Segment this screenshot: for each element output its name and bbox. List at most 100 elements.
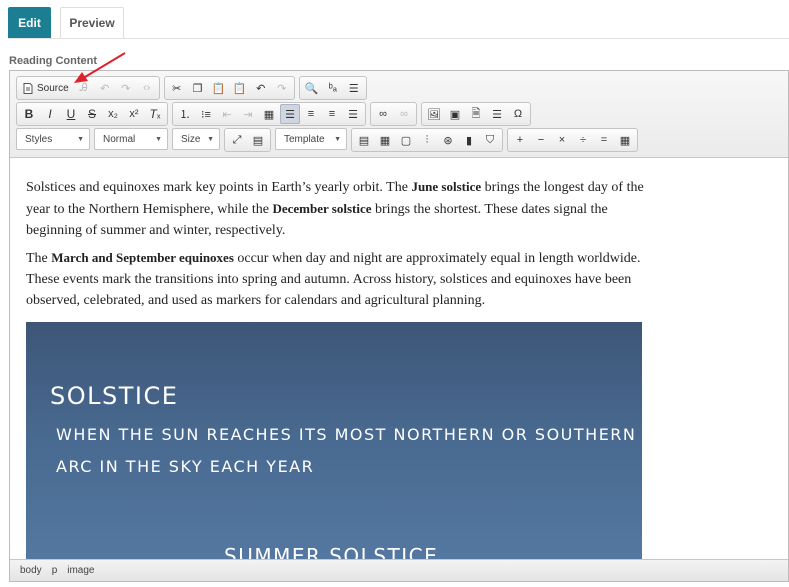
path-body[interactable]: body — [20, 565, 42, 576]
tab-edit[interactable]: Edit — [8, 7, 51, 38]
show-blocks-button[interactable]: ▤ — [248, 130, 268, 150]
cut-button[interactable]: ✂ — [167, 78, 187, 98]
solstice-image[interactable]: SOLSTICE WHEN THE SUN REACHES ITS MOST N… — [26, 322, 642, 560]
justify-icon: ☰ — [348, 108, 358, 121]
source-label: Source — [37, 82, 69, 94]
div-icon: ▦ — [263, 108, 275, 121]
indent-button[interactable]: ⇥ — [238, 104, 258, 124]
replace-icon: ᵇₐ — [328, 82, 337, 94]
paragraph-2: The March and September equinoxes occur … — [26, 247, 646, 311]
outdent-icon: ⇤ — [222, 108, 232, 121]
styles-dropdown[interactable]: Styles ▼ — [16, 128, 90, 150]
paragraph-1: Solstices and equinoxes mark key points … — [26, 176, 646, 241]
view-group: ⤢ ▤ — [224, 128, 271, 152]
paste-text-button[interactable]: 📋 — [230, 78, 250, 98]
chevron-down-icon: ▼ — [207, 135, 214, 143]
superscript-button[interactable]: x² — [124, 104, 144, 124]
reading-content-label: Reading Content — [9, 55, 97, 67]
vertical-line-icon: ⫶ — [425, 133, 429, 146]
code-button[interactable]: ‹› — [137, 78, 157, 98]
plus-button[interactable]: + — [510, 130, 530, 150]
editor-content[interactable]: Solstices and equinoxes mark key points … — [10, 159, 788, 560]
maximize-button[interactable]: ⤢ — [227, 130, 247, 150]
outdent-button[interactable]: ⇤ — [217, 104, 237, 124]
spellcheck-button[interactable]: Ꭿ — [74, 78, 94, 98]
column-icon: ▮ — [465, 134, 473, 147]
scissors-icon: ✂ — [172, 82, 182, 95]
tab-preview[interactable]: Preview — [60, 7, 124, 38]
show-blocks-icon: ▤ — [252, 134, 264, 147]
redo-disabled-button[interactable]: ↷ — [116, 78, 136, 98]
path-p[interactable]: p — [52, 565, 58, 576]
widget-2-button[interactable]: ▦ — [375, 130, 395, 150]
image-line-2: ARC IN THE SKY EACH YEAR — [56, 457, 315, 476]
copy-button[interactable]: ❐ — [188, 78, 208, 98]
underline-button[interactable]: U — [61, 104, 81, 124]
underline-icon: U — [66, 107, 76, 121]
path-image[interactable]: image — [67, 565, 94, 576]
bold-button[interactable]: B — [19, 104, 39, 124]
toolbar-row-3: Styles ▼ Normal ▼ Size ▼ ⤢ ▤ Template ▼ ▤ ▦ … — [16, 128, 638, 152]
styles-label: Styles — [25, 133, 53, 145]
justify-button[interactable]: ☰ — [343, 104, 363, 124]
indent-icon: ⇥ — [243, 108, 253, 121]
widget-3-button[interactable]: ▢ — [396, 130, 416, 150]
paste-icon: 📋 — [211, 82, 226, 95]
unlink-button[interactable]: ∞ — [394, 104, 414, 124]
minus-button[interactable]: − — [531, 130, 551, 150]
numbered-list-button[interactable]: ⒈ — [175, 104, 195, 124]
align-left-button[interactable]: ☰ — [280, 104, 300, 124]
rich-text-editor: Source Ꭿ ↶ ↷ ‹› ✂ ❐ 📋 📋 ↶ ↷ 🔍 ᵇₐ ☰ B I U… — [9, 70, 789, 582]
chevron-down-icon: ▼ — [77, 135, 84, 143]
bulleted-list-button[interactable]: ⁝≡ — [196, 104, 216, 124]
select-all-button[interactable]: ☰ — [344, 78, 364, 98]
widget-7-button[interactable]: ⛉ — [480, 130, 500, 150]
superscript-icon: x² — [129, 108, 139, 120]
format-dropdown[interactable]: Normal ▼ — [94, 128, 168, 150]
equals-button[interactable]: = — [594, 130, 614, 150]
divide-button[interactable]: ÷ — [573, 130, 593, 150]
divide-icon: ÷ — [579, 134, 587, 146]
file-button[interactable]: 🗎 — [466, 104, 486, 124]
image-button[interactable]: 🖼 — [424, 104, 444, 124]
align-center-button[interactable]: ≡ — [301, 104, 321, 124]
subscript-icon: x₂ — [108, 108, 118, 120]
align-right-button[interactable]: ≡ — [322, 104, 342, 124]
remove-format-button[interactable]: Tₓ — [145, 104, 165, 124]
element-path-bar: body p image — [10, 559, 788, 581]
undo-disabled-button[interactable]: ↶ — [95, 78, 115, 98]
rotate-back-icon: ↷ — [121, 82, 131, 95]
strikethrough-icon: S — [87, 107, 96, 121]
italic-button[interactable]: I — [40, 104, 60, 124]
template-dropdown[interactable]: Template ▼ — [275, 128, 347, 150]
horizontal-rule-icon: ☰ — [492, 108, 502, 121]
undo-icon: ↶ — [256, 82, 266, 95]
widget-5-button[interactable]: ⊛ — [438, 130, 458, 150]
strike-button[interactable]: S — [82, 104, 102, 124]
div-button[interactable]: ▦ — [259, 104, 279, 124]
widget-1-button[interactable]: ▤ — [354, 130, 374, 150]
source-button[interactable]: Source — [19, 78, 73, 98]
redo-button[interactable]: ↷ — [272, 78, 292, 98]
undo-button[interactable]: ↶ — [251, 78, 271, 98]
widget-4-button[interactable]: ⫶ — [417, 130, 437, 150]
special-char-button[interactable]: Ω — [508, 104, 528, 124]
link-button[interactable]: ∞ — [373, 104, 393, 124]
find-button[interactable]: 🔍 — [302, 78, 322, 98]
equals-icon: = — [600, 134, 608, 146]
table-button[interactable]: ▦ — [615, 130, 635, 150]
flash-button[interactable]: ▣ — [445, 104, 465, 124]
replace-button[interactable]: ᵇₐ — [323, 78, 343, 98]
image-line-1: WHEN THE SUN REACHES ITS MOST NORTHERN O… — [56, 425, 637, 444]
widget-6-button[interactable]: ▮ — [459, 130, 479, 150]
times-button[interactable]: × — [552, 130, 572, 150]
horizontal-rule-button[interactable]: ☰ — [487, 104, 507, 124]
italic-icon: I — [48, 107, 52, 121]
unlink-icon: ∞ — [400, 108, 408, 120]
subscript-button[interactable]: x₂ — [103, 104, 123, 124]
link-icon: ∞ — [379, 108, 387, 120]
paste-button[interactable]: 📋 — [209, 78, 229, 98]
toolbar-row-2: B I U S x₂ x² Tₓ ⒈ ⁝≡ ⇤ ⇥ ▦ ☰ ≡ ≡ ☰ ∞ ∞ … — [16, 102, 531, 126]
size-dropdown[interactable]: Size ▼ — [172, 128, 220, 150]
links-group: ∞ ∞ — [370, 102, 417, 126]
